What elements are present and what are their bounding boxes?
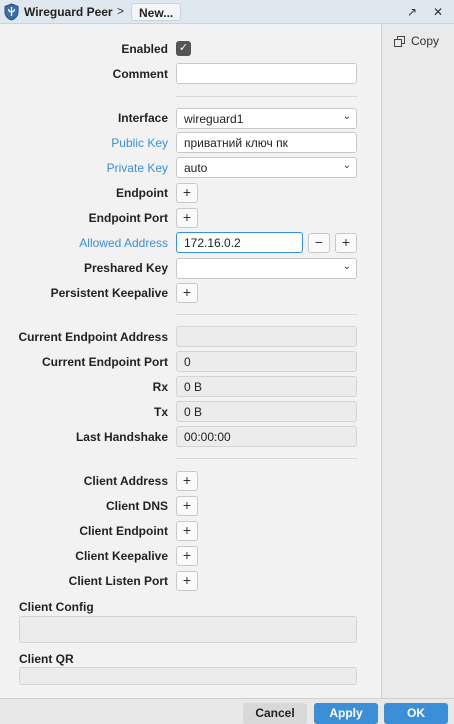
current-endpoint-address-value bbox=[176, 326, 357, 347]
client-config-box bbox=[19, 616, 357, 643]
enabled-label: Enabled bbox=[121, 42, 168, 56]
private-key-label[interactable]: Private Key bbox=[107, 161, 168, 175]
persistent-keepalive-label: Persistent Keepalive bbox=[50, 286, 168, 300]
chevron-down-icon: ⌄ bbox=[342, 111, 351, 122]
allowed-address-add-button[interactable]: + bbox=[335, 233, 357, 253]
ok-button[interactable]: OK bbox=[384, 703, 448, 724]
rx-value: 0 B bbox=[176, 376, 357, 397]
tx-value: 0 B bbox=[176, 401, 357, 422]
enabled-checkbox[interactable]: ✓ bbox=[176, 41, 191, 56]
private-key-value: auto bbox=[184, 161, 208, 175]
client-qr-box bbox=[19, 667, 357, 685]
divider bbox=[176, 96, 357, 97]
allowed-address-label[interactable]: Allowed Address bbox=[79, 236, 168, 250]
detach-icon[interactable]: ↗ bbox=[404, 4, 420, 20]
persistent-keepalive-add-button[interactable]: + bbox=[176, 283, 198, 303]
breadcrumb-separator: > bbox=[117, 4, 125, 18]
client-qr-label: Client QR bbox=[19, 652, 74, 666]
sidebar: Copy bbox=[381, 24, 454, 698]
preshared-key-label: Preshared Key bbox=[83, 261, 168, 275]
client-dns-add-button[interactable]: + bbox=[176, 496, 198, 516]
client-dns-label: Client DNS bbox=[105, 499, 168, 513]
chevron-down-icon: ⌄ bbox=[342, 261, 351, 272]
current-endpoint-port-label: Current Endpoint Port bbox=[42, 355, 168, 369]
chevron-down-icon: ⌄ bbox=[342, 160, 351, 171]
client-endpoint-label: Client Endpoint bbox=[79, 524, 168, 538]
interface-label: Interface bbox=[117, 111, 168, 125]
wireguard-shield-icon bbox=[4, 3, 19, 21]
peer-form: Enabled ✓ Comment Interface wireguard1 ⌄… bbox=[0, 24, 381, 698]
divider bbox=[176, 314, 357, 315]
client-config-label: Client Config bbox=[19, 600, 94, 614]
allowed-address-input[interactable]: 172.16.0.2 bbox=[176, 232, 303, 253]
client-address-add-button[interactable]: + bbox=[176, 471, 198, 491]
window-title: Wireguard Peer bbox=[24, 5, 113, 19]
client-keepalive-label: Client Keepalive bbox=[75, 549, 168, 563]
endpoint-port-label: Endpoint Port bbox=[88, 211, 168, 225]
apply-button[interactable]: Apply bbox=[314, 703, 378, 724]
client-endpoint-add-button[interactable]: + bbox=[176, 521, 198, 541]
endpoint-label: Endpoint bbox=[116, 186, 168, 200]
private-key-select[interactable]: auto ⌄ bbox=[176, 157, 357, 178]
public-key-label[interactable]: Public Key bbox=[111, 136, 168, 150]
copy-button[interactable]: Copy bbox=[394, 34, 439, 48]
comment-label: Comment bbox=[112, 67, 168, 81]
client-listen-port-label: Client Listen Port bbox=[68, 574, 168, 588]
interface-select[interactable]: wireguard1 ⌄ bbox=[176, 108, 357, 129]
client-address-label: Client Address bbox=[83, 474, 168, 488]
last-handshake-value: 00:00:00 bbox=[176, 426, 357, 447]
public-key-input[interactable]: приватний ключ пк bbox=[176, 132, 357, 153]
client-keepalive-add-button[interactable]: + bbox=[176, 546, 198, 566]
allowed-address-remove-button[interactable]: − bbox=[308, 233, 330, 253]
client-listen-port-add-button[interactable]: + bbox=[176, 571, 198, 591]
title-bar: Wireguard Peer > New... ↗ ✕ bbox=[0, 0, 454, 24]
close-icon[interactable]: ✕ bbox=[430, 4, 446, 20]
last-handshake-label: Last Handshake bbox=[75, 430, 168, 444]
dialog-footer: Cancel Apply OK bbox=[0, 698, 454, 724]
copy-label: Copy bbox=[411, 34, 440, 48]
endpoint-add-button[interactable]: + bbox=[176, 183, 198, 203]
endpoint-port-add-button[interactable]: + bbox=[176, 208, 198, 228]
divider bbox=[176, 458, 357, 459]
tx-label: Tx bbox=[153, 405, 168, 419]
rx-label: Rx bbox=[152, 380, 168, 394]
preshared-key-select[interactable]: ⌄ bbox=[176, 258, 357, 279]
interface-value: wireguard1 bbox=[184, 112, 244, 126]
breadcrumb-current[interactable]: New... bbox=[131, 3, 182, 21]
current-endpoint-port-value: 0 bbox=[176, 351, 357, 372]
cancel-button[interactable]: Cancel bbox=[243, 703, 307, 724]
copy-icon bbox=[394, 35, 405, 47]
current-endpoint-address-label: Current Endpoint Address bbox=[18, 330, 168, 344]
comment-input[interactable] bbox=[176, 63, 357, 84]
